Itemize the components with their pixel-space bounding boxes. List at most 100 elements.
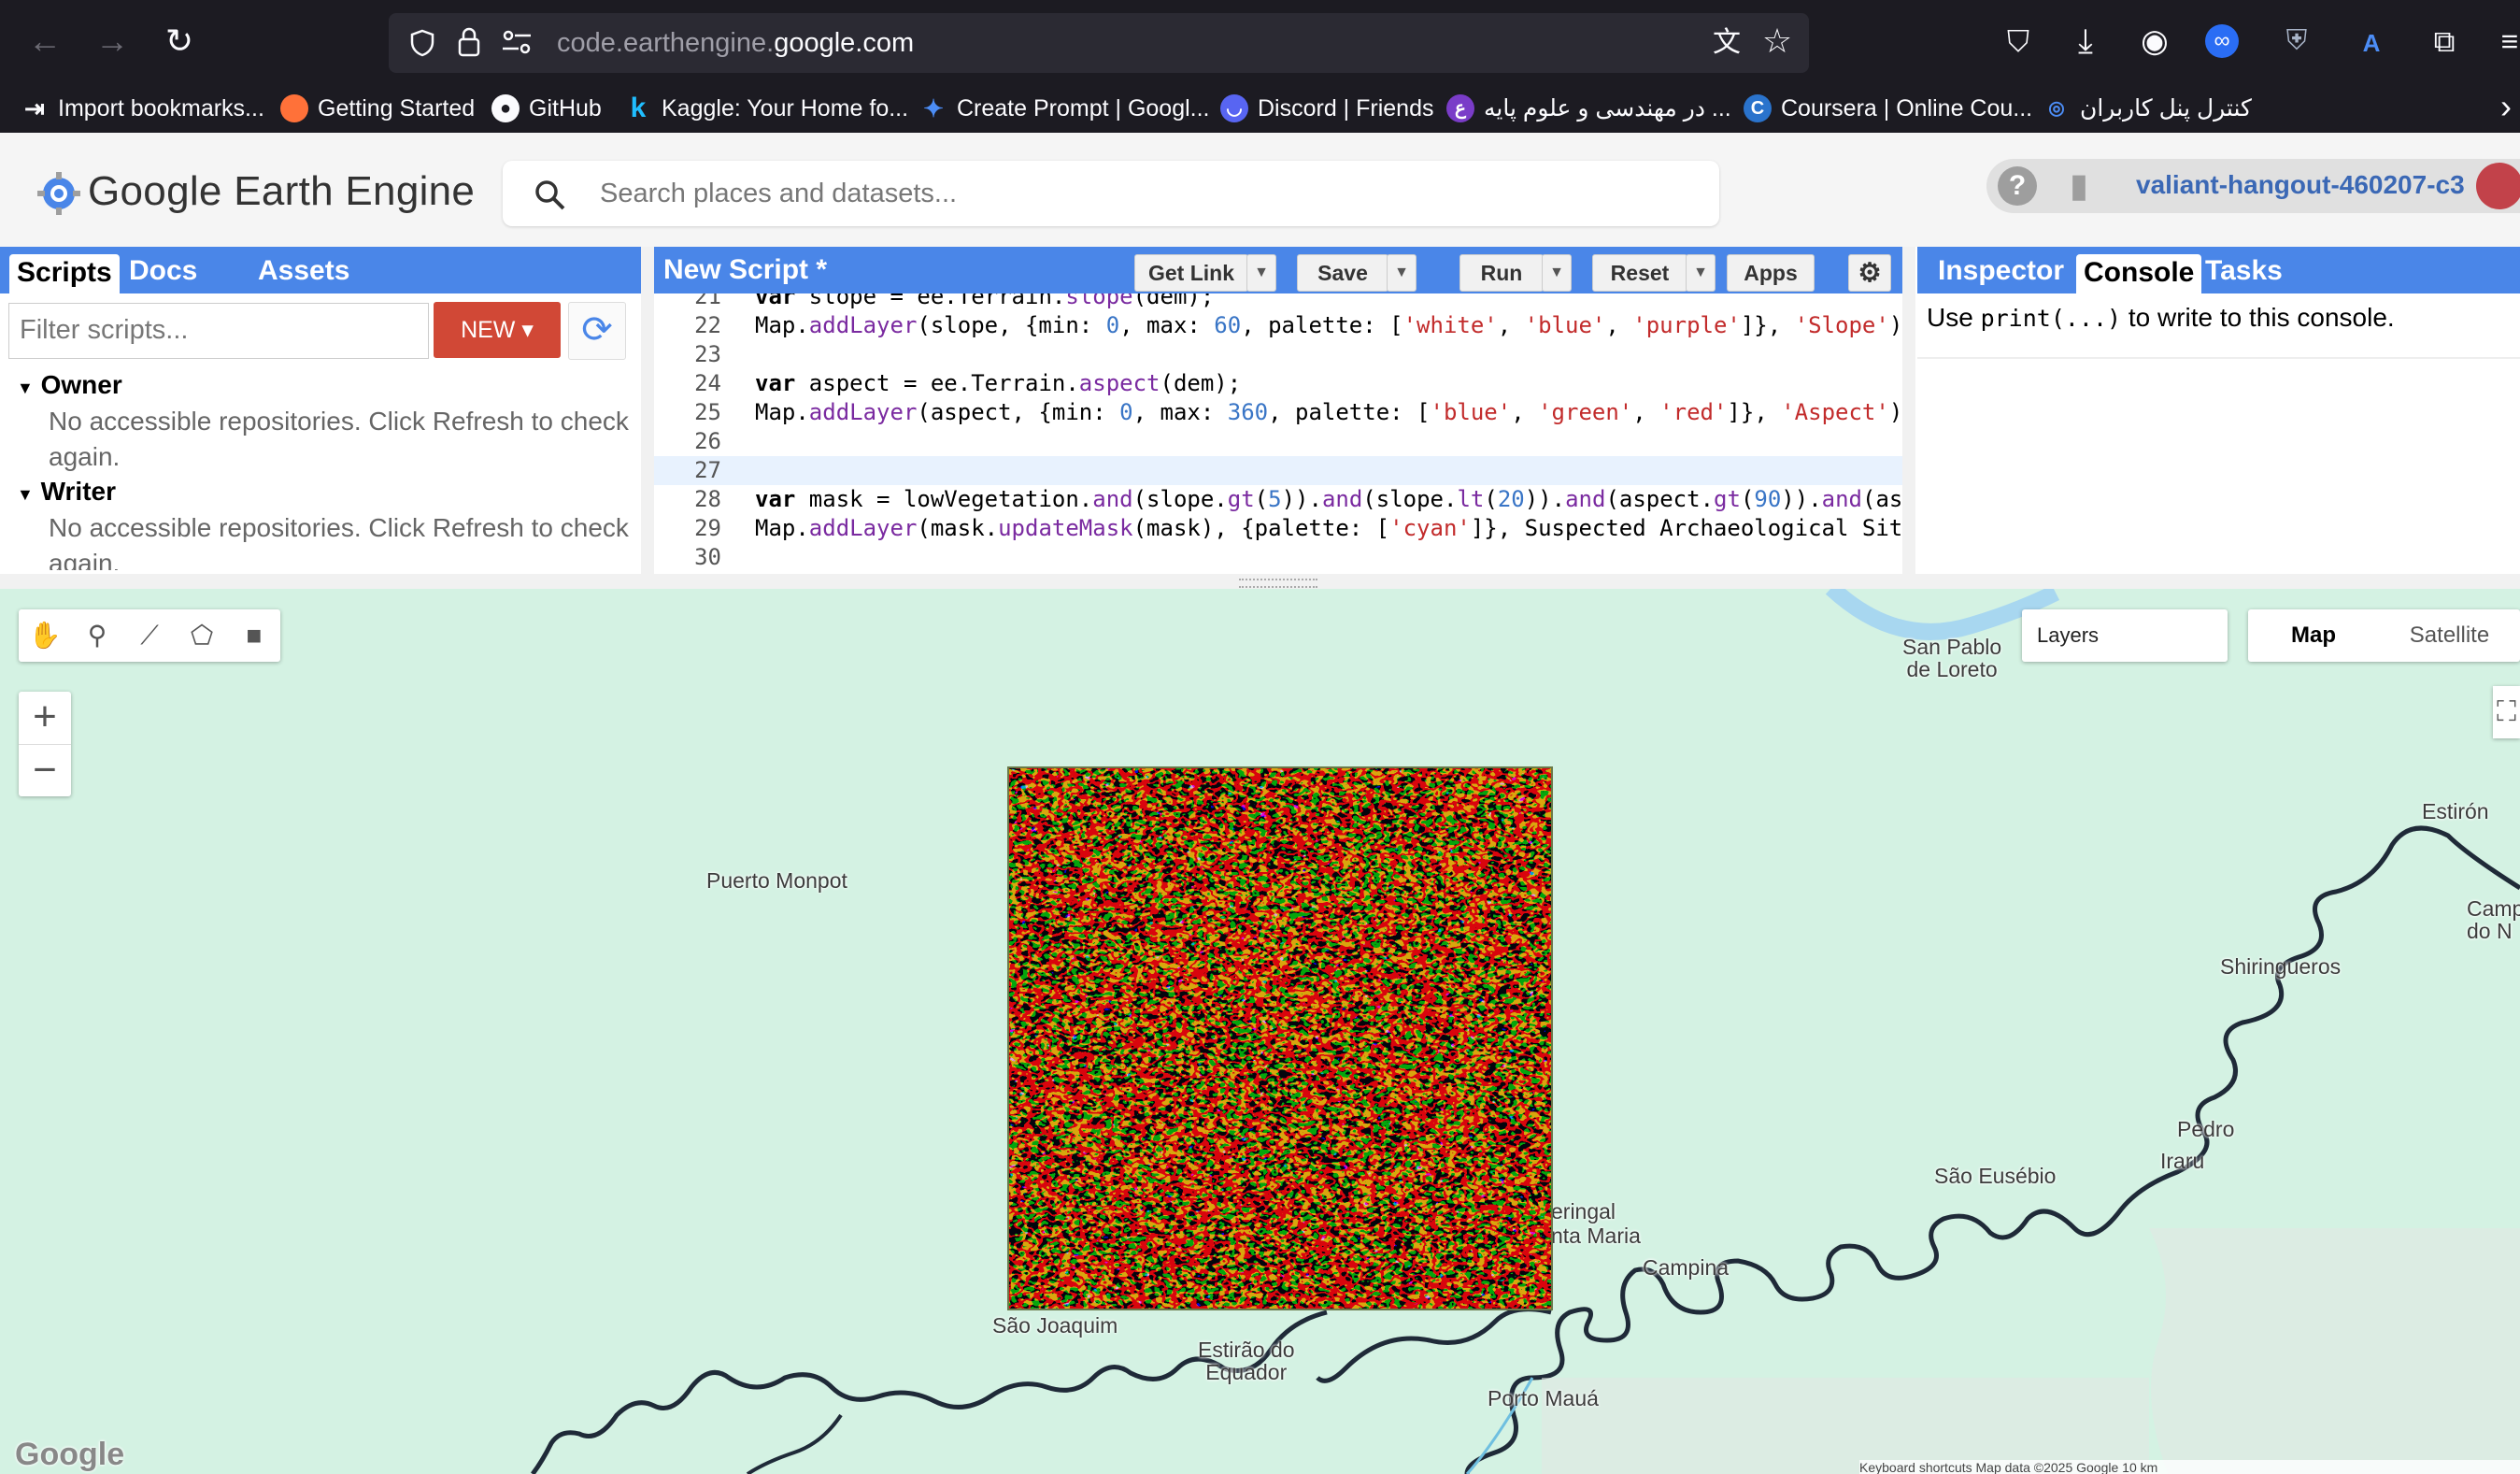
bookmark-kaggle[interactable]: k Kaggle: Your Home fo... (624, 92, 908, 125)
code-line[interactable]: 30 (654, 543, 1902, 572)
owner-message: No accessible repositories. Click Refres… (49, 407, 629, 471)
bookmark-user-panel[interactable]: ◎ کنترل پنل کاربران (2043, 92, 2252, 125)
permissions-icon[interactable] (501, 28, 533, 56)
save-button[interactable]: Save (1297, 254, 1388, 292)
script-title[interactable]: New Script * (663, 254, 827, 286)
draw-shape-icon[interactable]: ⬠ (181, 615, 222, 656)
fullscreen-icon[interactable]: ⛶ (2493, 686, 2520, 738)
draw-rectangle-icon[interactable]: ■ (234, 615, 275, 656)
pan-hand-icon[interactable]: ✋ (24, 615, 65, 656)
label-campina: Campina (1643, 1255, 1730, 1280)
back-icon[interactable]: ← (24, 22, 65, 60)
add-marker-icon[interactable]: ⚲ (77, 615, 118, 656)
settings-gear-icon[interactable]: ⚙ (1848, 254, 1891, 292)
code-line[interactable]: 23 (654, 340, 1902, 369)
left-splitter[interactable] (641, 247, 654, 574)
tab-scripts[interactable]: Scripts (9, 254, 120, 293)
tab-assets[interactable]: Assets (250, 252, 357, 290)
code-text: var mask = lowVegetation.and(slope.gt(5)… (755, 486, 1902, 512)
writer-section[interactable]: ▼ Writer (17, 477, 116, 507)
line-number: 28 (694, 486, 721, 512)
line-number: 26 (694, 428, 721, 454)
tab-inspector[interactable]: Inspector (1930, 252, 2072, 290)
more-bookmarks-icon[interactable]: › (2485, 88, 2520, 125)
zoom-control: + − (19, 692, 71, 796)
code-line[interactable]: 24 var aspect = ee.Terrain.aspect(dem); (654, 369, 1902, 398)
kaggle-icon: k (630, 93, 647, 123)
filter-scripts-field[interactable] (8, 303, 429, 359)
tab-docs[interactable]: Docs (121, 252, 205, 290)
bookmark-star-icon[interactable]: ☆ (1757, 22, 1798, 60)
bookmark-github[interactable]: ● GitHub (491, 92, 602, 125)
code-line[interactable]: 28 var mask = lowVegetation.and(slope.gt(… (654, 485, 1902, 514)
get-link-dropdown-icon[interactable]: ▼ (1246, 254, 1276, 292)
bookmark-create-prompt[interactable]: ✦ Create Prompt | Googl... (919, 92, 1209, 125)
avatar[interactable] (2476, 163, 2520, 209)
line-number: 27 (694, 457, 721, 483)
get-link-button[interactable]: Get Link (1134, 254, 1248, 292)
label-san-pablo: San Pablo de Loreto (1902, 635, 2002, 681)
code-line[interactable]: 27 (654, 456, 1902, 485)
bookmark-engineering[interactable]: ع در مهندسی و علوم پایه ... (1446, 92, 1731, 125)
filter-scripts-input[interactable] (18, 304, 423, 356)
zoom-out-icon[interactable]: − (19, 744, 71, 797)
map-type-satellite[interactable]: Satellite (2379, 609, 2520, 662)
map-type-map[interactable]: Map (2248, 609, 2379, 662)
map-resize-handle[interactable] (0, 574, 2520, 589)
bookmark-import[interactable]: ⇥ Import bookmarks... (21, 92, 264, 125)
aspect-raster-layer (1007, 766, 1553, 1310)
search-box[interactable] (503, 161, 1719, 226)
reload-icon[interactable]: ↻ (159, 22, 200, 60)
bookmark-discord[interactable]: ◡ Discord | Friends (1220, 92, 1434, 125)
label-seringal: eringal (1551, 1199, 1616, 1224)
project-name[interactable]: valiant-hangout-460207-c3 (2136, 170, 2465, 200)
extension-infinity-icon[interactable]: ∞ (2205, 24, 2239, 58)
extensions-puzzle-icon[interactable]: ⧉ (2424, 22, 2465, 60)
code-text: var aspect = ee.Terrain.aspect(dem); (755, 370, 1242, 396)
save-dropdown-icon[interactable]: ▼ (1387, 254, 1417, 292)
search-input[interactable] (598, 172, 1704, 215)
map-attribution: Keyboard shortcuts Map data ©2025 Google… (1859, 1460, 2520, 1474)
layers-button[interactable]: Layers (2022, 609, 2228, 662)
code-line[interactable]: 22 Map.addLayer(slope, {min: 0, max: 60, … (654, 311, 1902, 340)
menu-icon[interactable]: ≡ (2489, 22, 2520, 60)
editor-toolbar: New Script * Get Link ▼ Save ▼ Run ▼ Res… (654, 247, 1902, 293)
address-bar[interactable]: code.earthengine.google.com 文 ☆ (389, 13, 1809, 73)
code-line[interactable]: 21 var slope = ee.Terrain.slope(dem); (654, 293, 1902, 311)
help-icon[interactable]: ? (1998, 166, 2037, 206)
account-bar: ? ▮ valiant-hangout-460207-c3 (1986, 159, 2520, 213)
label-pedro: Pedro (2177, 1117, 2235, 1141)
tab-tasks[interactable]: Tasks (2198, 252, 2290, 290)
forward-icon[interactable]: → (92, 22, 133, 60)
new-button[interactable]: NEW ▾ (434, 302, 561, 358)
right-splitter[interactable] (1902, 247, 1915, 574)
owner-section[interactable]: ▼ Owner (17, 370, 122, 400)
map-type-control: Map Satellite (2248, 609, 2520, 662)
code-editor[interactable]: 21 var slope = ee.Terrain.slope(dem); 22 Ma… (654, 293, 1902, 574)
bookmark-getting-started[interactable]: Getting Started (280, 92, 475, 125)
code-line[interactable]: 25 Map.addLayer(aspect, {min: 0, max: 360… (654, 398, 1902, 427)
extension-shield-icon[interactable]: ⛨ (2276, 22, 2317, 60)
bookmark-coursera[interactable]: C Coursera | Online Cou... (1744, 92, 2032, 125)
code-line[interactable]: 26 (654, 427, 1902, 456)
pocket-icon[interactable]: ⛉ (1998, 22, 2039, 60)
extension-translate-icon[interactable]: A (2351, 24, 2392, 62)
tab-console[interactable]: Console (2076, 254, 2202, 293)
translate-icon[interactable]: 文 (1706, 24, 1747, 62)
run-button[interactable]: Run (1459, 254, 1544, 292)
reset-dropdown-icon[interactable]: ▼ (1686, 254, 1716, 292)
apps-button[interactable]: Apps (1727, 254, 1815, 292)
console-divider (1917, 357, 2520, 359)
feedback-icon[interactable]: ▮ (2059, 166, 2099, 206)
drawing-tools: ✋ ⚲ ⟋ ⬠ ■ (19, 609, 280, 662)
zoom-in-icon[interactable]: + (19, 692, 71, 744)
dropdown-arrow-icon: ▾ (521, 317, 534, 343)
refresh-icon[interactable]: ⟳ (568, 302, 626, 360)
lock-icon (458, 27, 480, 57)
code-line[interactable]: 29 Map.addLayer(mask.updateMask(mask), {p… (654, 514, 1902, 543)
draw-line-icon[interactable]: ⟋ (129, 615, 170, 656)
download-icon[interactable]: ⤓ (2065, 22, 2106, 60)
run-dropdown-icon[interactable]: ▼ (1542, 254, 1572, 292)
reset-button[interactable]: Reset (1592, 254, 1687, 292)
account-icon[interactable]: ◉ (2134, 22, 2175, 60)
